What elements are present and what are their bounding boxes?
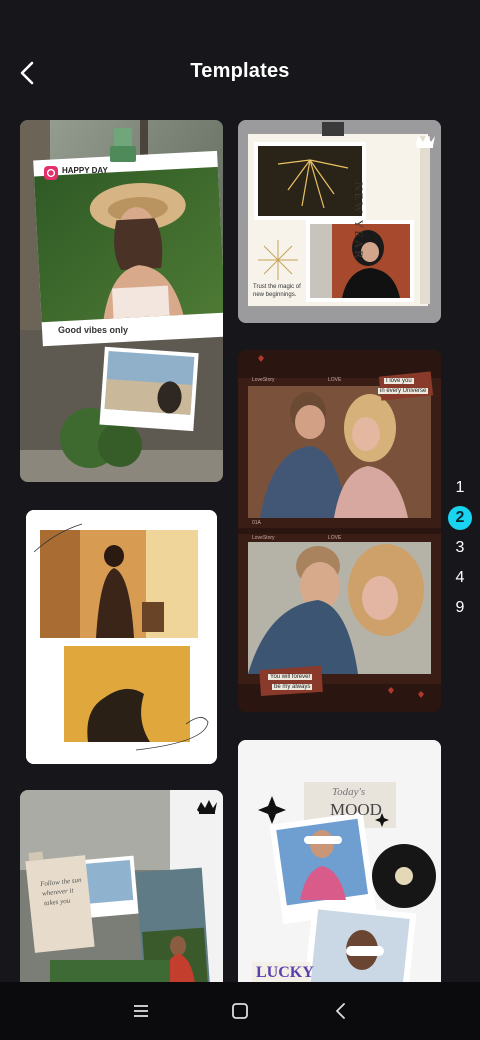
recent-apps-button[interactable] — [126, 996, 156, 1026]
page-title: Templates — [190, 60, 290, 82]
love-note-1a: I love you — [384, 378, 414, 384]
system-nav-bar — [0, 982, 480, 1040]
page-3[interactable]: 3 — [448, 536, 472, 560]
page-9[interactable]: 9 — [448, 596, 472, 620]
new-year-tagline-1: Trust the magic of — [253, 284, 301, 290]
todays-mood-preview — [238, 740, 441, 990]
mood-title-2: MOOD — [330, 800, 382, 819]
love-story-preview — [238, 350, 441, 712]
page-2-active[interactable]: 2 — [448, 506, 472, 530]
love-strip-1-mid: LOVE — [328, 377, 342, 383]
happy-day-preview — [20, 120, 223, 482]
page-indicator: 1 2 3 4 9 — [448, 476, 476, 626]
love-note-2a: You will forever — [268, 674, 313, 680]
page-4[interactable]: 4 — [448, 566, 472, 590]
home-button[interactable] — [225, 996, 255, 1026]
page-1[interactable]: 1 — [448, 476, 472, 500]
new-year-tagline-2: new beginnings. — [253, 292, 297, 298]
new-year-title: NEW YEAR — [352, 182, 366, 261]
love-note-2b: be my always — [272, 684, 313, 690]
template-card-travel[interactable]: Follow the sun wherever it takes you — [20, 790, 223, 990]
template-card-new-year[interactable]: NEW YEAR Trust the magic of new beginnin… — [238, 120, 441, 323]
mood-title-1: Today's — [332, 786, 366, 798]
back-icon — [336, 1003, 345, 1019]
template-card-happy-day[interactable]: HAPPY DAY Good vibes only — [20, 120, 223, 482]
happy-day-badge: HAPPY DAY — [62, 166, 108, 175]
system-back-button[interactable] — [326, 996, 356, 1026]
template-card-sunset[interactable] — [26, 510, 217, 764]
menu-icon — [134, 1005, 148, 1017]
mood-lucky: LUCKY — [256, 964, 314, 981]
love-note-1b: in every Universe — [378, 388, 429, 394]
love-strip-2-mid: LOVE — [328, 535, 342, 541]
instagram-icon — [44, 166, 58, 180]
love-strip-1-left: LoveStory — [252, 377, 275, 383]
happy-day-caption: Good vibes only — [58, 325, 129, 335]
sunset-preview — [26, 510, 217, 764]
template-card-love-story[interactable]: LoveStory LOVE I love you in every Unive… — [238, 350, 441, 712]
home-icon — [232, 1003, 248, 1019]
header: Templates — [0, 0, 480, 120]
love-frame-1: 01A — [252, 520, 261, 526]
template-card-todays-mood[interactable]: Today's MOOD LUCKY — [238, 740, 441, 990]
love-strip-2-left: LoveStory — [252, 535, 275, 541]
